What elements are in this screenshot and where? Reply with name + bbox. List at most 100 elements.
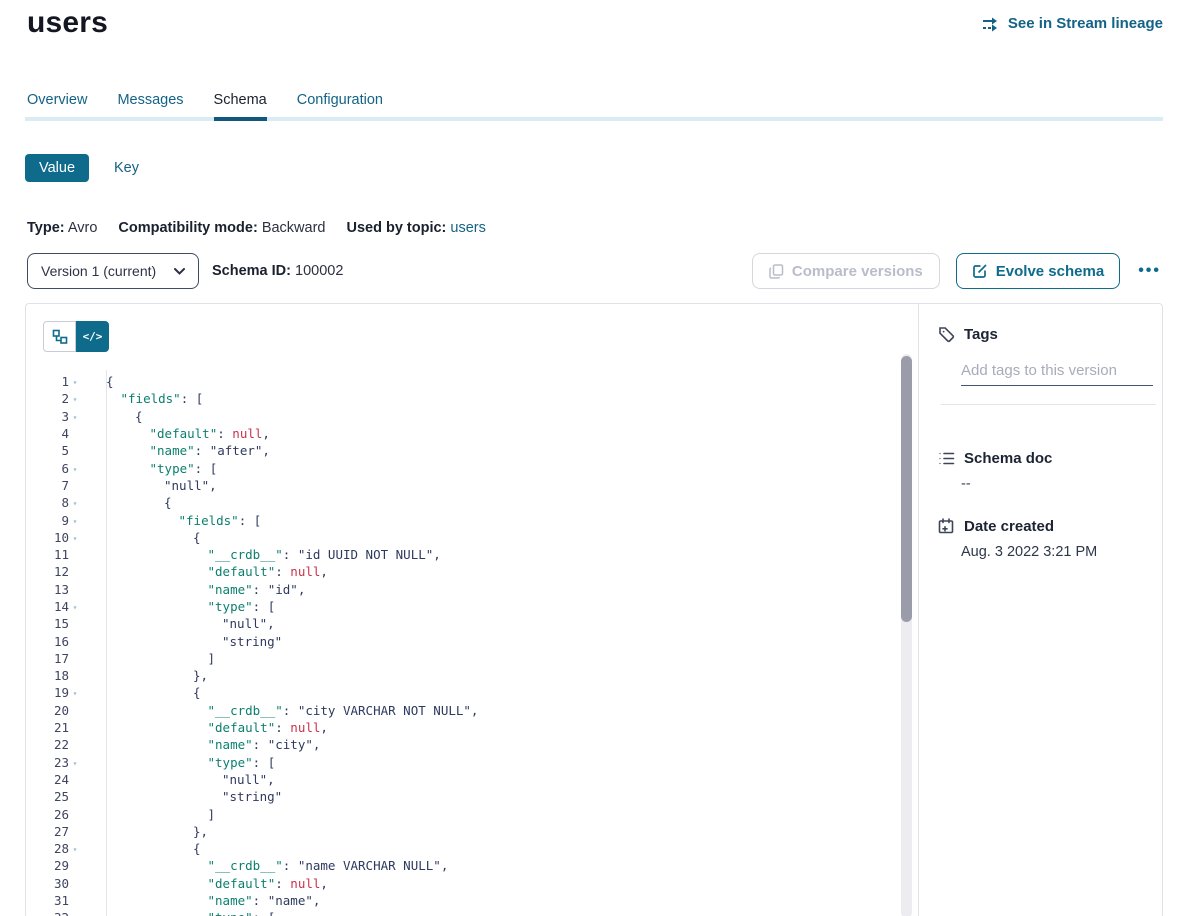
code-text: { [81,495,898,510]
meta-type: Type: Avro [27,220,97,236]
fold-toggle-icon[interactable]: ▾ [69,497,81,508]
line-number: 4 [26,426,69,441]
code-line: 2▾"fields": [ [26,390,898,407]
code-text: "default": null, [81,564,898,579]
edit-icon [972,263,988,279]
key-toggle-button[interactable]: Key [114,160,139,176]
code-view-button[interactable]: </> [76,321,109,352]
line-number: 5 [26,443,69,458]
fold-toggle-icon[interactable]: ▾ [69,393,81,404]
version-select[interactable]: Version 1 (current) [27,253,199,289]
fold-spacer [69,450,81,452]
line-number: 28 [26,841,69,856]
fold-toggle-icon[interactable]: ▾ [69,463,81,474]
code-line: 12 "default": null, [26,563,898,580]
tab-configuration[interactable]: Configuration [297,90,383,121]
line-number: 13 [26,582,69,597]
line-number: 26 [26,807,69,822]
stream-lineage-link[interactable]: See in Stream lineage [982,15,1163,32]
schema-code-editor: </> 1▾{2▾"fields": [3▾{4"default": null,… [26,304,919,916]
code-text: "type": [ [81,461,898,476]
line-number: 32 [26,910,69,916]
stream-lineage-icon [982,16,1001,32]
fold-toggle-icon[interactable]: ▾ [69,687,81,698]
code-line: 30"default": null, [26,875,898,892]
tags-input[interactable] [961,359,1153,386]
line-number: 11 [26,547,69,562]
code-text: }, [81,824,898,839]
code-line: 6▾"type": [ [26,459,898,476]
fold-spacer [69,484,81,486]
fold-spacer [69,865,81,867]
fold-spacer [69,433,81,435]
editor-scrollbar[interactable] [901,354,912,916]
code-text: "fields": [ [81,391,898,406]
tab-schema[interactable]: Schema [214,90,267,121]
fold-toggle-icon[interactable]: ▾ [69,532,81,543]
editor-scrollbar-thumb[interactable] [901,356,912,622]
fold-spacer [69,830,81,832]
tab-messages[interactable]: Messages [117,90,183,121]
more-options-button[interactable]: ••• [1136,260,1163,282]
schema-actions: Compare versions Evolve schema ••• [752,253,1163,289]
code-text: "default": null, [81,720,898,735]
fold-spacer [69,778,81,780]
code-line: 17] [26,650,898,667]
code-line: 3▾{ [26,408,898,425]
fold-toggle-icon[interactable]: ▾ [69,757,81,768]
fold-toggle-icon[interactable]: ▾ [69,912,81,916]
code-line: 29"__crdb__": "name VARCHAR NULL", [26,857,898,874]
code-text: "name": "city", [81,737,898,752]
topic-link[interactable]: users [450,220,485,236]
line-number: 12 [26,564,69,579]
line-number: 20 [26,703,69,718]
compare-versions-button[interactable]: Compare versions [752,253,940,289]
tree-view-button[interactable] [43,321,76,352]
code-text: "fields": [ [81,513,898,528]
fold-toggle-icon[interactable]: ▾ [69,601,81,612]
version-select-value: Version 1 (current) [41,263,156,279]
line-number: 10 [26,530,69,545]
schema-doc-section-header: Schema doc [938,450,1052,467]
fold-spacer [69,813,81,815]
code-line: 7"null", [26,477,898,494]
fold-toggle-icon[interactable]: ▾ [69,376,81,387]
fold-toggle-icon[interactable]: ▾ [69,411,81,422]
code-line: 14▾"type": [ [26,598,898,615]
code-text: "__crdb__": "city VARCHAR NOT NULL", [81,703,898,718]
line-number: 24 [26,772,69,787]
fold-spacer [69,623,81,625]
code-lines: 1▾{2▾"fields": [3▾{4"default": null,5"na… [26,373,898,916]
schema-panel: </> 1▾{2▾"fields": [3▾{4"default": null,… [25,303,1163,916]
line-number: 16 [26,634,69,649]
code-line: 31"name": "name", [26,892,898,909]
code-line: 8▾{ [26,494,898,511]
code-line: 21 "default": null, [26,719,898,736]
evolve-schema-button[interactable]: Evolve schema [956,253,1120,289]
calendar-plus-icon [938,518,955,535]
fold-spacer [69,900,81,902]
code-text: "type": [ [81,910,898,916]
code-line: 26] [26,805,898,822]
code-text: { [81,409,898,424]
line-number: 22 [26,737,69,752]
code-line: 11"__crdb__": "id UUID NOT NULL", [26,546,898,563]
code-text: "name": "name", [81,893,898,908]
value-toggle-button[interactable]: Value [25,154,89,182]
chevron-down-icon [174,268,185,275]
fold-spacer [69,727,81,729]
fold-toggle-icon[interactable]: ▾ [69,515,81,526]
code-text: { [81,530,898,545]
fold-toggle-icon[interactable]: ▾ [69,843,81,854]
tab-overview[interactable]: Overview [27,90,87,121]
tag-icon [938,326,955,343]
code-text: "type": [ [81,755,898,770]
schema-meta-row: Type: Avro Compatibility mode: Backward … [27,220,486,236]
fold-spacer [69,744,81,746]
code-line: 32▾"type": [ [26,909,898,916]
fold-spacer [69,796,81,798]
line-number: 3 [26,409,69,424]
line-number: 14 [26,599,69,614]
line-number: 21 [26,720,69,735]
doc-list-icon [938,451,955,466]
